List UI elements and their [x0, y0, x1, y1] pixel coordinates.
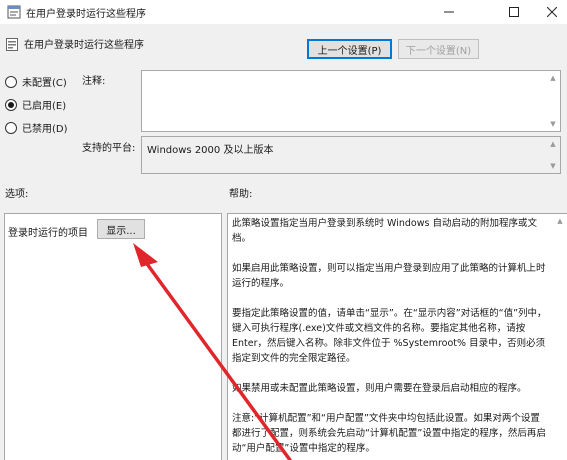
help-section-label: 帮助: — [229, 189, 253, 200]
show-button[interactable]: 显示... — [97, 219, 145, 239]
radio-label: 未配置(C) — [22, 78, 67, 89]
radio-enabled[interactable]: 已启用(E) — [5, 97, 66, 112]
help-panel: 此策略设置指定当用户登录到系统时 Windows 自动启动的附加程序或文档。 如… — [227, 213, 567, 460]
help-paragraph: 如果启用此策略设置，则可以指定当用户登录到应用了此策略的计算机上时运行的程序。 — [232, 263, 546, 289]
title-bar: 在用户登录时运行这些程序 — [0, 0, 567, 24]
help-scrollbar[interactable]: ▲ — [553, 214, 567, 460]
radio-disabled[interactable]: 已禁用(D) — [5, 120, 68, 135]
login-items-label: 登录时运行的项目 — [8, 228, 88, 239]
radio-not-configured[interactable]: 未配置(C) — [5, 74, 67, 89]
scroll-up-icon[interactable]: ▲ — [553, 214, 567, 228]
maximize-button[interactable] — [497, 0, 531, 24]
comment-label: 注释: — [82, 76, 106, 87]
help-paragraph: 要指定此策略设置的值，请单击“显示”。在“显示内容”对话框的“值”列中，键入可执… — [232, 308, 547, 364]
radio-circle[interactable] — [5, 75, 17, 88]
radio-circle[interactable] — [5, 121, 17, 134]
platform-scrollbar[interactable]: ▲ ▼ — [546, 137, 560, 173]
radio-circle-checked[interactable] — [5, 98, 17, 111]
close-icon — [547, 7, 557, 17]
policy-setting-icon — [6, 38, 18, 51]
scroll-up-icon[interactable]: ▲ — [546, 71, 560, 85]
close-button[interactable] — [535, 0, 567, 24]
help-paragraph: 此策略设置指定当用户登录到系统时 Windows 自动启动的附加程序或文档。 — [232, 218, 537, 244]
help-paragraph: 如果禁用或未配置此策略设置，则用户需要在登录后启动相应的程序。 — [232, 383, 527, 394]
minimize-icon — [444, 11, 454, 13]
platform-value: Windows 2000 及以上版本 — [147, 145, 274, 156]
options-panel: 登录时运行的项目 显示... — [4, 213, 222, 460]
maximize-icon — [509, 7, 519, 17]
radio-label: 已启用(E) — [22, 101, 67, 112]
scroll-down-icon[interactable]: ▼ — [546, 159, 560, 173]
platform-box: Windows 2000 及以上版本 ▲ ▼ — [141, 136, 561, 174]
policy-window-icon — [7, 5, 21, 19]
options-section-label: 选项: — [5, 189, 29, 200]
policy-header: 在用户登录时运行这些程序 — [0, 24, 567, 68]
scroll-down-icon[interactable]: ▼ — [546, 117, 560, 131]
minimize-button[interactable] — [432, 0, 466, 24]
radio-label: 已禁用(D) — [22, 124, 68, 135]
platform-label: 支持的平台: — [82, 143, 136, 154]
help-text: 此策略设置指定当用户登录到系统时 Windows 自动启动的附加程序或文档。 如… — [232, 216, 548, 460]
comment-scrollbar[interactable]: ▲ ▼ — [546, 71, 560, 131]
help-paragraph: 注意:“计算机配置”和“用户配置”文件夹中均包括此设置。如果对两个设置都进行了配… — [232, 413, 546, 454]
window-title: 在用户登录时运行这些程序 — [26, 9, 146, 20]
previous-setting-button[interactable]: 上一个设置(P) — [307, 39, 392, 59]
scroll-up-icon[interactable]: ▲ — [546, 137, 560, 151]
policy-name: 在用户登录时运行这些程序 — [24, 40, 144, 51]
comment-textarea[interactable]: ▲ ▼ — [141, 70, 561, 132]
next-setting-button[interactable]: 下一个设置(N) — [398, 39, 479, 59]
